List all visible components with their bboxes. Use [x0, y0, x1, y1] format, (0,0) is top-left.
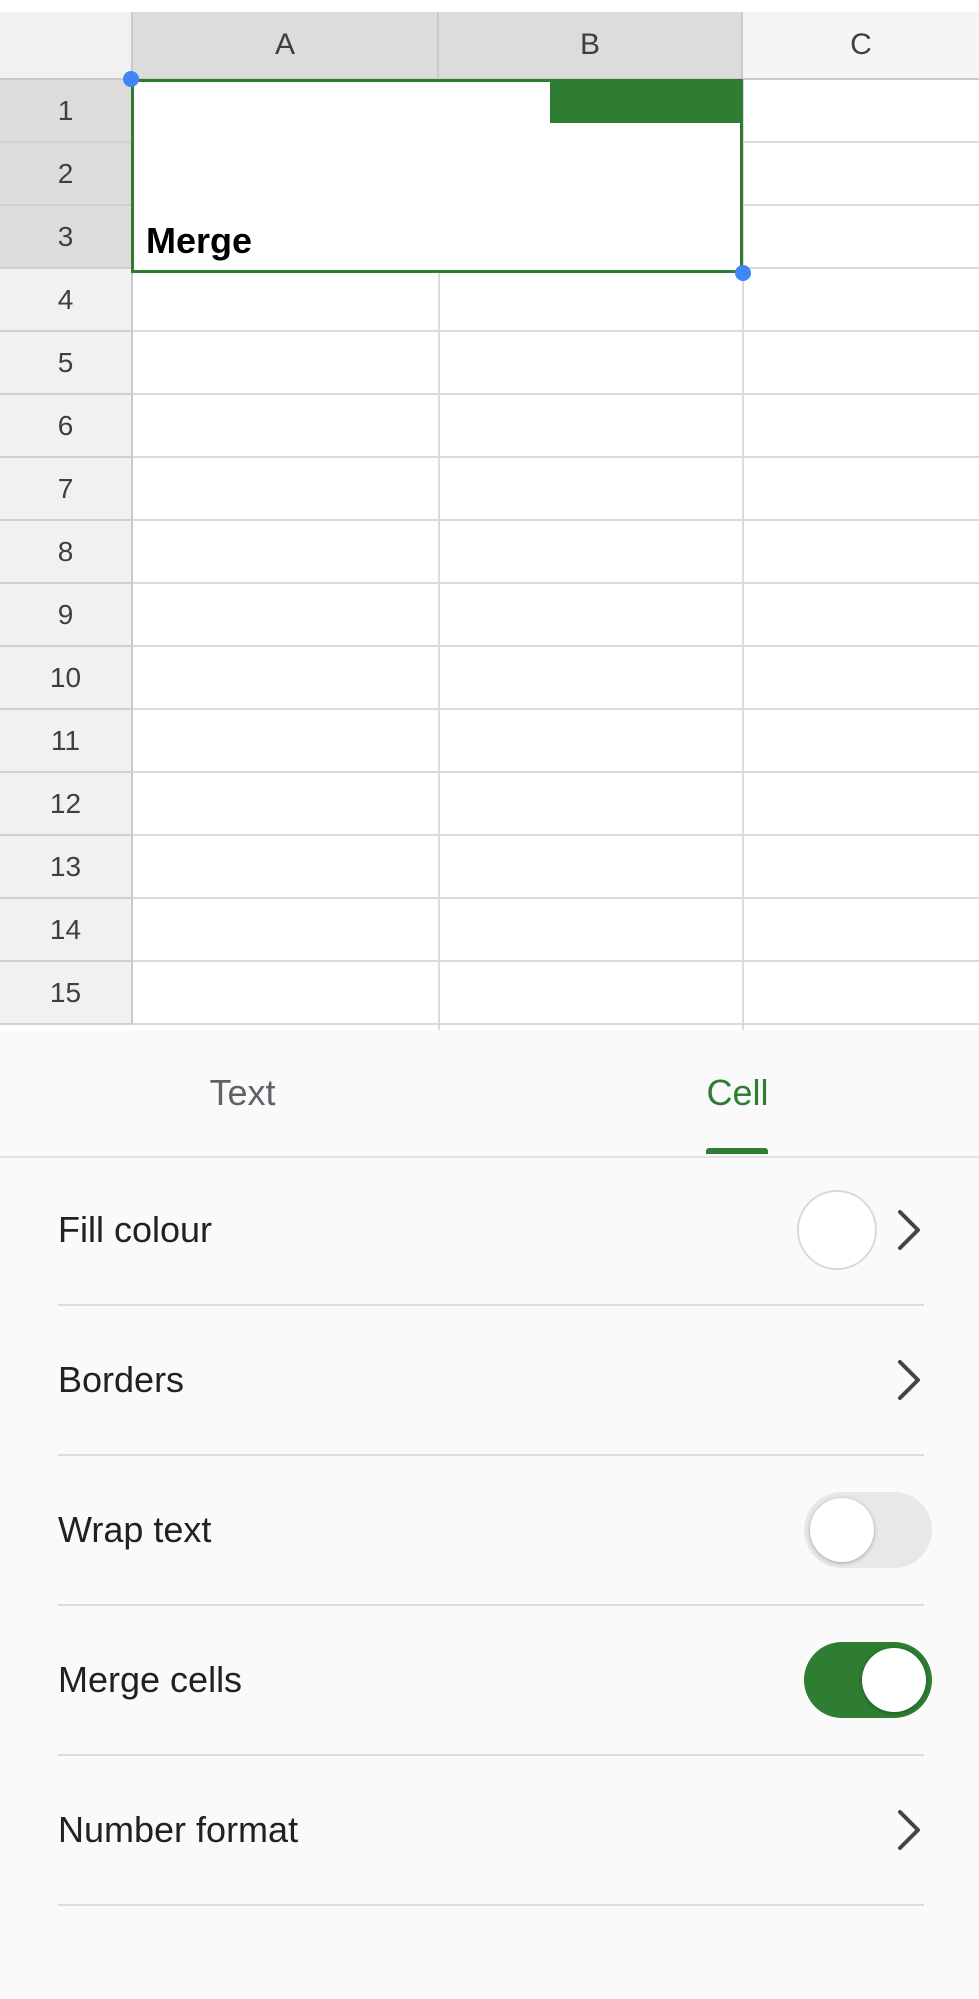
row-header-4[interactable]: 4	[0, 269, 133, 332]
row-header-11[interactable]: 11	[0, 710, 133, 773]
row-gridline	[133, 519, 979, 521]
active-tab-indicator	[706, 1148, 768, 1154]
row-header-10[interactable]: 10	[0, 647, 133, 710]
wrap-text-label: Wrap text	[58, 1509, 212, 1550]
fill-colour-swatch[interactable]	[797, 1190, 877, 1270]
row-header-13[interactable]: 13	[0, 836, 133, 899]
row-gridline	[133, 456, 979, 458]
toggle-knob	[862, 1648, 926, 1712]
row-header-5[interactable]: 5	[0, 332, 133, 395]
merge-cells-toggle[interactable]	[804, 1642, 932, 1718]
row-header-2[interactable]: 2	[0, 143, 133, 206]
row-gridline	[133, 645, 979, 647]
row-gridline	[133, 582, 979, 584]
row-gridline	[133, 330, 979, 332]
number-format-row[interactable]: Number format	[58, 1756, 924, 1906]
row-header-12[interactable]: 12	[0, 773, 133, 836]
format-tabs: Text Cell	[0, 1030, 979, 1158]
row-gridline	[133, 1023, 979, 1025]
row-header-1[interactable]: 1	[0, 80, 133, 143]
borders-row[interactable]: Borders	[58, 1306, 924, 1456]
selection-tab	[550, 79, 743, 123]
tab-text[interactable]: Text	[130, 1030, 355, 1156]
row-header-8[interactable]: 8	[0, 521, 133, 584]
row-gridline	[133, 771, 979, 773]
wrap-text-toggle[interactable]	[804, 1492, 932, 1568]
column-header-a[interactable]: A	[133, 12, 439, 80]
row-gridline	[133, 834, 979, 836]
number-format-label: Number format	[58, 1809, 299, 1850]
row-gridline	[133, 708, 979, 710]
merge-cells-label: Merge cells	[58, 1659, 243, 1700]
chevron-right-icon	[898, 1210, 920, 1250]
merge-cells-row: Merge cells	[58, 1606, 932, 1756]
borders-label: Borders	[58, 1359, 185, 1400]
row-gridline	[133, 393, 979, 395]
row-header-6[interactable]: 6	[0, 395, 133, 458]
column-header-c[interactable]: C	[743, 12, 979, 80]
row-header-14[interactable]: 14	[0, 899, 133, 962]
selection-handle-top-left[interactable]	[123, 71, 139, 87]
toggle-knob	[810, 1498, 874, 1562]
fill-colour-label: Fill colour	[58, 1209, 213, 1250]
selection-handle-bottom-right[interactable]	[735, 265, 751, 281]
column-header-b[interactable]: B	[439, 12, 743, 80]
row-header-7[interactable]: 7	[0, 458, 133, 521]
row-gridline	[133, 897, 979, 899]
merged-cell-text: Merge	[146, 220, 253, 261]
wrap-text-row: Wrap text	[58, 1456, 932, 1606]
tab-cell[interactable]: Cell	[625, 1030, 850, 1156]
row-header-15[interactable]: 15	[0, 962, 133, 1025]
chevron-right-icon	[898, 1810, 920, 1850]
select-all-corner[interactable]	[0, 12, 133, 80]
fill-colour-row[interactable]: Fill colour	[58, 1156, 924, 1306]
row-header-3[interactable]: 3	[0, 206, 133, 269]
row-header-9[interactable]: 9	[0, 584, 133, 647]
spreadsheet-grid[interactable]: A B C 1 2 3 4 5 6 7 8 9 10 11 12 13 14 15 Merge	[0, 0, 979, 1030]
row-gridline	[133, 960, 979, 962]
chevron-right-icon	[898, 1360, 920, 1400]
